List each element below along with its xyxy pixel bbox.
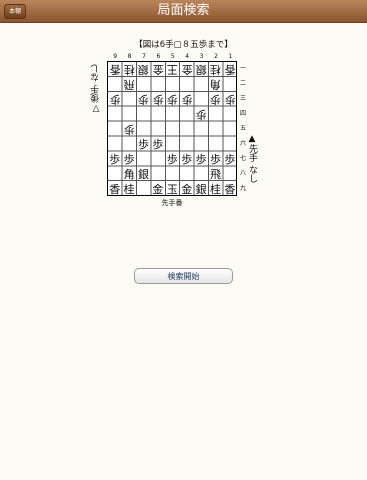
sente-piece[interactable]: 玉 bbox=[165, 182, 179, 197]
sente-piece[interactable]: 銀 bbox=[136, 167, 150, 182]
gote-piece[interactable]: 金 bbox=[180, 62, 194, 77]
gote-piece[interactable]: 歩 bbox=[194, 107, 208, 122]
gote-piece[interactable]: 桂 bbox=[122, 62, 136, 77]
gote-piece[interactable]: 香 bbox=[108, 62, 122, 77]
file-label: 7 bbox=[142, 53, 146, 60]
sente-piece[interactable]: 歩 bbox=[223, 152, 237, 167]
sente-piece[interactable]: 桂 bbox=[122, 182, 136, 197]
file-label: 6 bbox=[156, 53, 161, 60]
gote-piece[interactable]: 歩 bbox=[108, 92, 122, 107]
sente-piece[interactable]: 香 bbox=[108, 182, 122, 197]
rank-label: 五 bbox=[239, 125, 246, 132]
file-label: 1 bbox=[228, 53, 233, 60]
gote-piece[interactable]: 香 bbox=[223, 62, 237, 77]
rank-label: 九 bbox=[239, 185, 246, 192]
sente-piece[interactable]: 歩 bbox=[136, 137, 150, 152]
navigation-bar: 本棚 局面検索 bbox=[0, 0, 367, 23]
sente-piece[interactable]: 歩 bbox=[180, 152, 194, 167]
search-start-button[interactable]: 検索開始 bbox=[134, 268, 233, 284]
file-label: 8 bbox=[127, 53, 132, 60]
sente-hand: ▲先手 なし bbox=[247, 134, 257, 183]
sente-piece[interactable]: 銀 bbox=[194, 182, 208, 197]
gote-piece[interactable]: 金 bbox=[151, 62, 165, 77]
file-label: 3 bbox=[199, 53, 204, 60]
gote-piece[interactable]: 銀 bbox=[194, 62, 208, 77]
gote-hand: ▽後手 なし bbox=[91, 64, 101, 113]
gote-piece[interactable]: 歩 bbox=[165, 92, 179, 107]
gote-piece[interactable]: 飛 bbox=[122, 77, 136, 92]
page-title: 局面検索 bbox=[157, 3, 210, 18]
rank-label: 二 bbox=[239, 80, 246, 87]
gote-piece[interactable]: 歩 bbox=[208, 92, 222, 107]
file-label: 9 bbox=[113, 53, 118, 60]
sente-piece[interactable]: 歩 bbox=[122, 152, 136, 167]
sente-piece[interactable]: 金 bbox=[151, 182, 165, 197]
gote-piece[interactable]: 歩 bbox=[223, 92, 237, 107]
file-labels: 9 8 7 6 5 4 3 2 1 bbox=[108, 53, 238, 61]
sente-piece[interactable]: 角 bbox=[122, 167, 136, 182]
gote-piece[interactable]: 歩 bbox=[122, 122, 136, 137]
gote-piece[interactable]: 桂 bbox=[208, 62, 222, 77]
sente-piece[interactable]: 歩 bbox=[208, 152, 222, 167]
sente-piece[interactable]: 歩 bbox=[194, 152, 208, 167]
gote-piece[interactable]: 角 bbox=[208, 77, 222, 92]
sente-piece[interactable]: 金 bbox=[180, 182, 194, 197]
turn-indicator: 先手番 bbox=[161, 199, 183, 207]
sente-piece[interactable]: 飛 bbox=[208, 167, 222, 182]
file-label: 4 bbox=[185, 53, 190, 60]
file-label: 5 bbox=[170, 53, 175, 60]
gote-piece[interactable]: 歩 bbox=[136, 92, 150, 107]
board-caption: 【図は6手▢８五歩まで】 bbox=[134, 40, 233, 50]
gote-piece[interactable]: 歩 bbox=[180, 92, 194, 107]
sente-piece[interactable]: 香 bbox=[223, 182, 237, 197]
rank-label: 六 bbox=[239, 140, 246, 147]
rank-label: 三 bbox=[239, 95, 246, 102]
rank-labels: 一二三四五六七八九 bbox=[239, 61, 247, 196]
rank-label: 四 bbox=[239, 110, 246, 117]
rank-label: 八 bbox=[239, 170, 246, 177]
rank-label: 一 bbox=[239, 65, 246, 72]
gote-piece[interactable]: 王 bbox=[165, 62, 179, 77]
gote-piece[interactable]: 歩 bbox=[151, 92, 165, 107]
sente-piece[interactable]: 桂 bbox=[208, 182, 222, 197]
shogi-board[interactable]: 香桂銀金王金銀桂香飛角歩歩歩歩歩歩歩歩歩歩歩歩歩歩歩歩歩歩角飛銀香桂金玉金銀桂香 bbox=[107, 61, 237, 196]
rank-label: 七 bbox=[239, 155, 246, 162]
gote-piece[interactable]: 銀 bbox=[136, 62, 150, 77]
sente-piece[interactable]: 歩 bbox=[165, 152, 179, 167]
sente-piece[interactable]: 歩 bbox=[151, 137, 165, 152]
sente-piece[interactable]: 歩 bbox=[108, 152, 122, 167]
file-label: 2 bbox=[214, 53, 218, 60]
